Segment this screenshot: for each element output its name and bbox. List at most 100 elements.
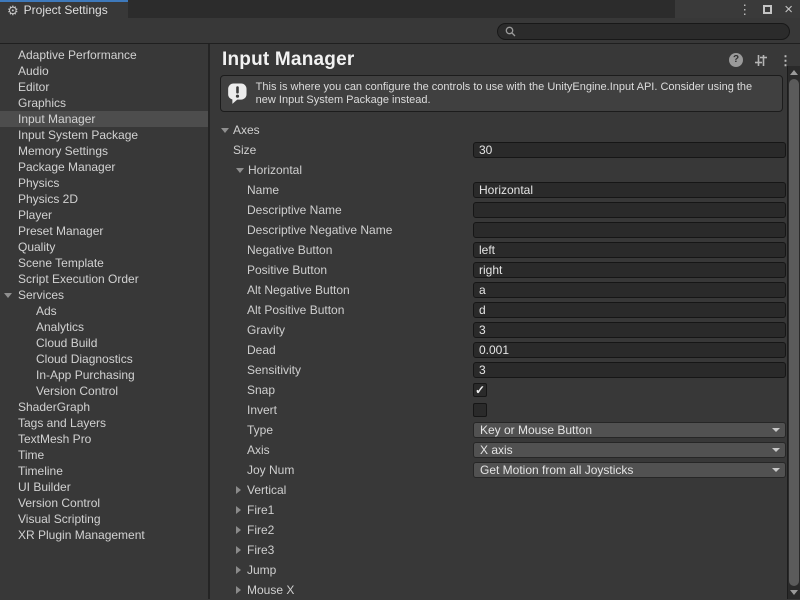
presets-icon[interactable] [754, 54, 768, 67]
property-input[interactable] [473, 282, 786, 298]
scrollbar-thumb[interactable] [789, 79, 799, 586]
kebab-menu-icon[interactable]: ⋮ [738, 3, 751, 16]
sidebar-item-script-execution-order[interactable]: Script Execution Order [0, 271, 208, 287]
property-label[interactable]: Axes [233, 123, 260, 137]
sidebar-item-label: TextMesh Pro [18, 432, 91, 446]
sidebar-item-physics-2d[interactable]: Physics 2D [0, 191, 208, 207]
property-input[interactable] [473, 242, 786, 258]
property-row: Sensitivity [210, 360, 800, 380]
sidebar-item-label: Cloud Diagnostics [36, 352, 133, 366]
sidebar-item-textmesh-pro[interactable]: TextMesh Pro [0, 431, 208, 447]
property-field: Key or Mouse Button [473, 422, 786, 438]
foldout-closed-icon[interactable] [236, 526, 241, 534]
sidebar-item-analytics[interactable]: Analytics [0, 319, 208, 335]
tab-project-settings[interactable]: ⚙ Project Settings [0, 0, 128, 18]
search-input[interactable] [521, 25, 789, 38]
sidebar-item-shadergraph[interactable]: ShaderGraph [0, 399, 208, 415]
sidebar-item-editor[interactable]: Editor [0, 79, 208, 95]
vertical-scrollbar[interactable] [787, 66, 800, 599]
maximize-icon[interactable] [763, 5, 772, 14]
sidebar-item-tags-and-layers[interactable]: Tags and Layers [0, 415, 208, 431]
property-label: Type [247, 423, 273, 437]
sidebar-item-player[interactable]: Player [0, 207, 208, 223]
sidebar-item-label: Version Control [36, 384, 118, 398]
property-label[interactable]: Fire2 [247, 523, 274, 537]
dropdown-value: X axis [480, 443, 513, 457]
sidebar-item-label: Ads [36, 304, 57, 318]
foldout-closed-icon[interactable] [236, 506, 241, 514]
search-box[interactable] [497, 23, 790, 40]
foldout-open-icon[interactable] [221, 128, 229, 133]
property-field: X axis [473, 442, 786, 458]
sidebar-item-input-system-package[interactable]: Input System Package [0, 127, 208, 143]
property-input[interactable] [473, 142, 786, 158]
sidebar-item-xr-plugin-management[interactable]: XR Plugin Management [0, 527, 208, 543]
foldout-open-icon[interactable] [236, 168, 244, 173]
scroll-down-icon[interactable] [790, 590, 798, 595]
sidebar-item-label: Scene Template [18, 256, 104, 270]
sidebar-item-ui-builder[interactable]: UI Builder [0, 479, 208, 495]
sidebar-item-in-app-purchasing[interactable]: In-App Purchasing [0, 367, 208, 383]
property-input[interactable] [473, 342, 786, 358]
foldout-closed-icon[interactable] [236, 566, 241, 574]
property-input[interactable] [473, 322, 786, 338]
sidebar-item-package-manager[interactable]: Package Manager [0, 159, 208, 175]
checkbox-checked[interactable] [473, 383, 487, 397]
sidebar-item-physics[interactable]: Physics [0, 175, 208, 191]
sidebar-item-visual-scripting[interactable]: Visual Scripting [0, 511, 208, 527]
property-input[interactable] [473, 302, 786, 318]
property-label[interactable]: Jump [247, 563, 276, 577]
sidebar-item-label: Services [18, 288, 64, 302]
sidebar-item-preset-manager[interactable]: Preset Manager [0, 223, 208, 239]
property-label[interactable]: Vertical [247, 483, 286, 497]
sidebar-item-input-manager[interactable]: Input Manager [0, 111, 208, 127]
property-label[interactable]: Fire1 [247, 503, 274, 517]
property-row: Mouse X [210, 580, 800, 599]
sidebar-item-cloud-build[interactable]: Cloud Build [0, 335, 208, 351]
sidebar-item-ads[interactable]: Ads [0, 303, 208, 319]
property-input[interactable] [473, 222, 786, 238]
content-panel: Input Manager ? ⋮ [210, 44, 800, 599]
close-icon[interactable]: × [784, 3, 793, 16]
property-input[interactable] [473, 262, 786, 278]
checkbox-unchecked[interactable] [473, 403, 487, 417]
help-icon[interactable]: ? [729, 53, 743, 67]
property-label[interactable]: Horizontal [248, 163, 302, 177]
foldout-closed-icon[interactable] [236, 486, 241, 494]
property-input[interactable] [473, 362, 786, 378]
sidebar-item-audio[interactable]: Audio [0, 63, 208, 79]
property-label[interactable]: Mouse X [247, 583, 294, 597]
property-row: Name [210, 180, 800, 200]
sidebar-item-label: Physics [18, 176, 59, 190]
sidebar-item-version-control[interactable]: Version Control [0, 495, 208, 511]
sidebar-item-scene-template[interactable]: Scene Template [0, 255, 208, 271]
property-input[interactable] [473, 202, 786, 218]
sidebar-item-services[interactable]: Services [0, 287, 208, 303]
foldout-open-icon[interactable] [4, 293, 12, 298]
property-label[interactable]: Fire3 [247, 543, 274, 557]
scroll-up-icon[interactable] [790, 70, 798, 75]
sidebar-item-quality[interactable]: Quality [0, 239, 208, 255]
foldout-closed-icon[interactable] [236, 546, 241, 554]
property-row: Axes [210, 120, 800, 140]
sidebar-item-version-control[interactable]: Version Control [0, 383, 208, 399]
dropdown[interactable]: X axis [473, 442, 786, 458]
sidebar-item-adaptive-performance[interactable]: Adaptive Performance [0, 47, 208, 63]
kebab-menu-icon[interactable]: ⋮ [779, 54, 792, 67]
sidebar-item-graphics[interactable]: Graphics [0, 95, 208, 111]
property-field: Get Motion from all Joysticks [473, 462, 786, 478]
dropdown[interactable]: Key or Mouse Button [473, 422, 786, 438]
property-label: Name [247, 183, 279, 197]
sidebar-item-timeline[interactable]: Timeline [0, 463, 208, 479]
property-label: Size [233, 143, 256, 157]
sidebar-item-cloud-diagnostics[interactable]: Cloud Diagnostics [0, 351, 208, 367]
chevron-down-icon [772, 428, 780, 432]
sidebar-item-memory-settings[interactable]: Memory Settings [0, 143, 208, 159]
dropdown[interactable]: Get Motion from all Joysticks [473, 462, 786, 478]
gear-icon: ⚙ [7, 4, 19, 17]
property-field [473, 242, 786, 258]
foldout-closed-icon[interactable] [236, 586, 241, 594]
sidebar-item-label: Visual Scripting [18, 512, 101, 526]
sidebar-item-time[interactable]: Time [0, 447, 208, 463]
property-input[interactable] [473, 182, 786, 198]
